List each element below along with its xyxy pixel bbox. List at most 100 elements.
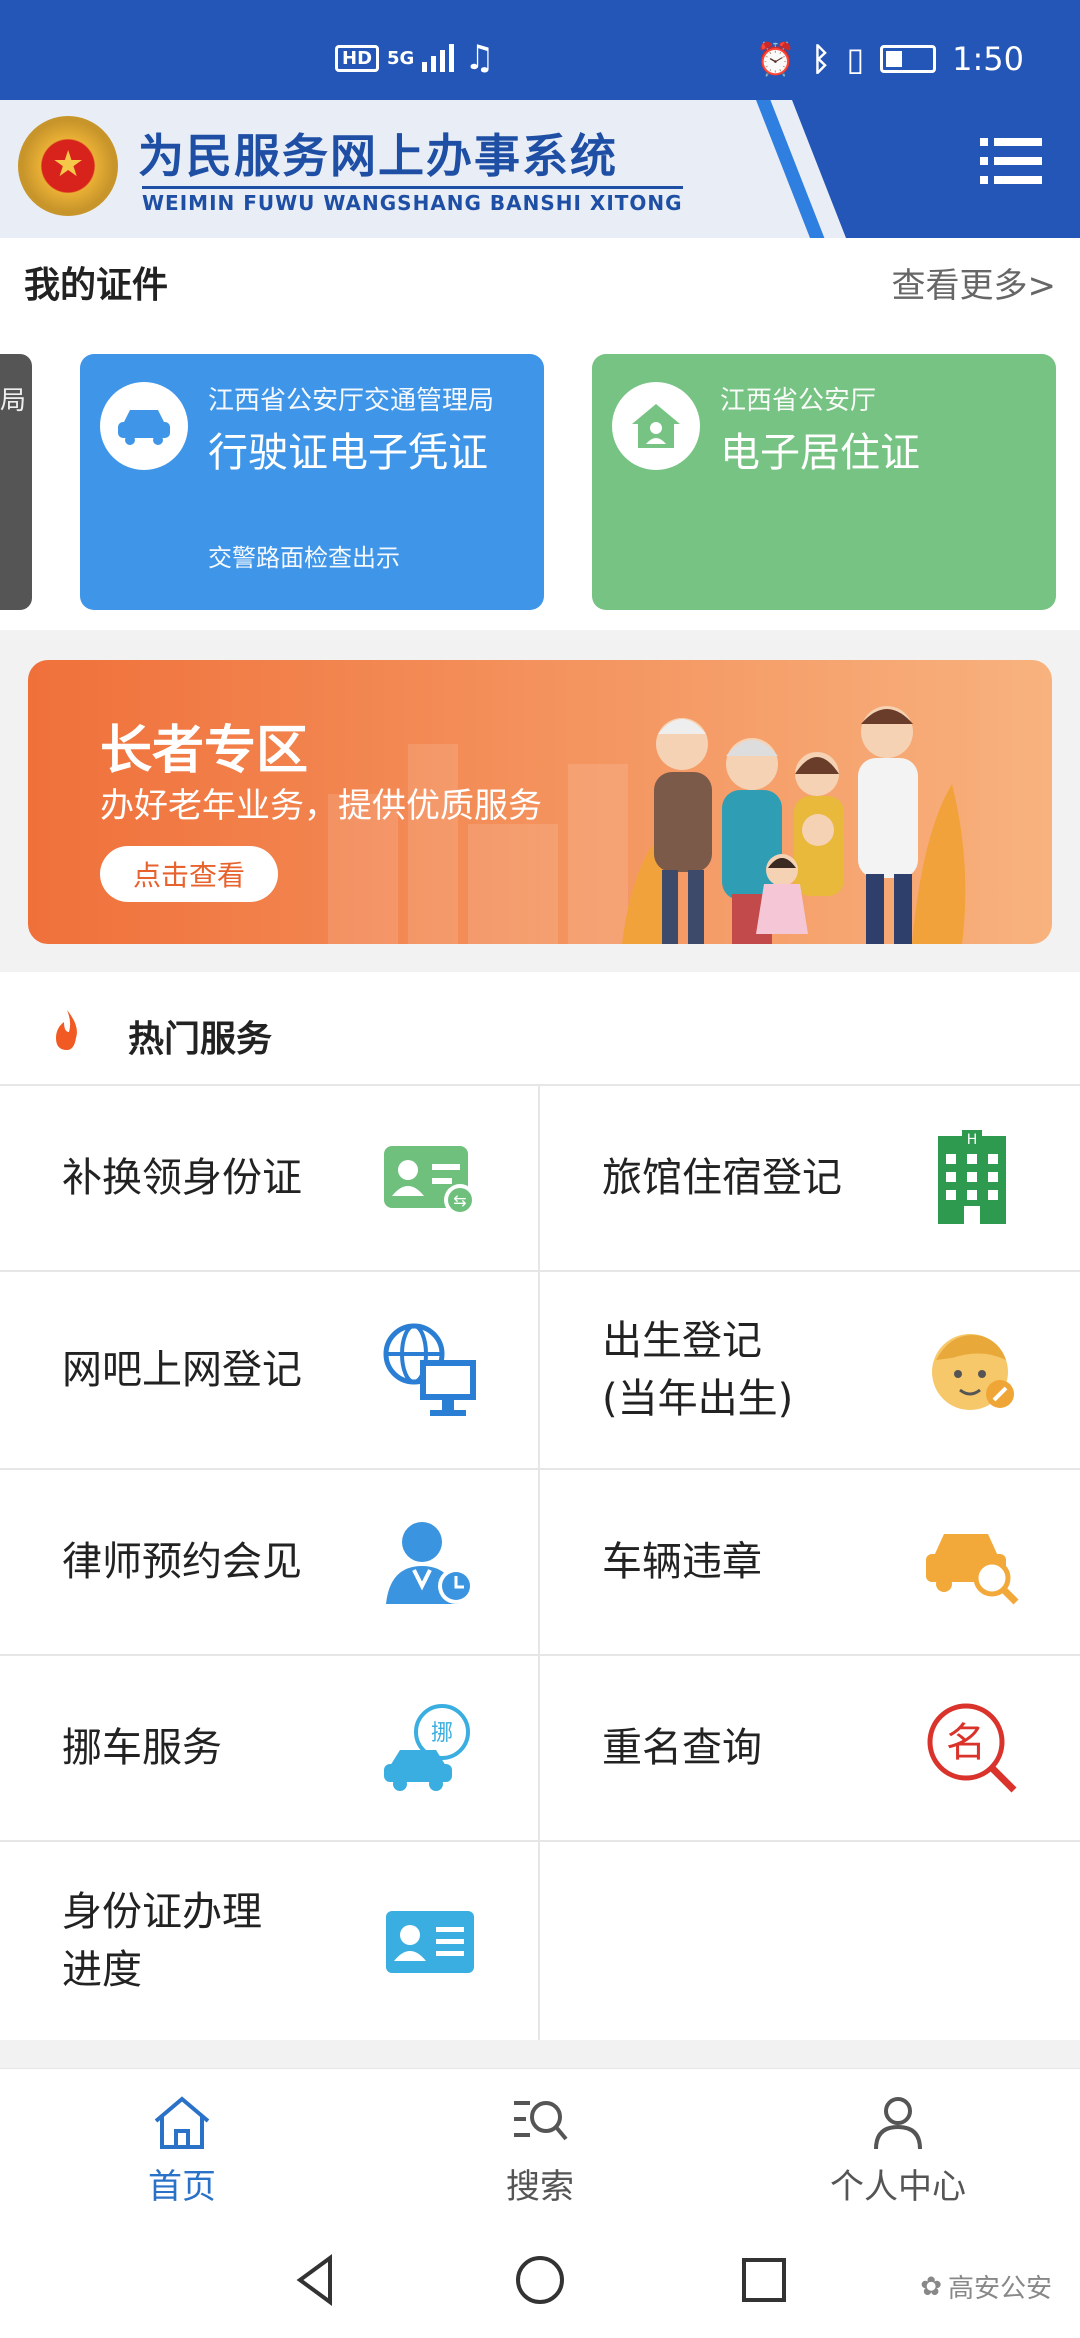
service-label: 旅馆住宿登记 xyxy=(602,1155,842,1201)
card-note: 交警路面检查出示 xyxy=(208,544,400,572)
flame-icon xyxy=(56,1010,77,1050)
service-label: 网吧上网登记 xyxy=(62,1347,302,1393)
car-search-icon xyxy=(926,1534,1019,1605)
elderly-zone-banner[interactable]: 长者专区 办好老年业务，提供优质服务 点击查看 xyxy=(28,660,1052,944)
services-row: 身份证办理 进度 xyxy=(0,1842,1080,2040)
lawyer-appointment-icon xyxy=(386,1522,474,1604)
app-subtitle: WEIMIN FUWU WANGSHANG BANSHI XITONG xyxy=(142,186,683,215)
car-icon xyxy=(100,382,188,470)
service-label-line2: 进度 xyxy=(62,1947,142,1993)
service-vehicle-violation[interactable]: 车辆违章 xyxy=(540,1470,1080,1654)
svg-text:⇆: ⇆ xyxy=(453,1191,466,1210)
service-id-card-progress[interactable]: 身份证办理 进度 xyxy=(0,1842,540,2040)
signal-icon xyxy=(422,44,455,72)
move-car-icon: 挪 xyxy=(384,1704,470,1791)
id-card-icon xyxy=(386,1911,474,1973)
banner-decoration xyxy=(408,744,458,944)
tab-label: 个人中心 xyxy=(830,2167,966,2207)
certificate-card-partial[interactable]: 局 xyxy=(0,354,32,610)
services-row: 网吧上网登记 出生登记 (当年出生) xyxy=(0,1272,1080,1470)
service-birth-registration[interactable]: 出生登记 (当年出生) xyxy=(540,1272,1080,1468)
baby-icon xyxy=(932,1334,1014,1410)
tab-home[interactable]: 首页 xyxy=(82,2093,282,2208)
svg-text:名: 名 xyxy=(946,1720,986,1766)
service-id-card-replace[interactable]: 补换领身份证 ⇆ xyxy=(0,1086,540,1270)
menu-icon[interactable] xyxy=(980,138,1042,194)
house-icon xyxy=(612,382,700,470)
service-internet-cafe[interactable]: 网吧上网登记 xyxy=(0,1272,540,1468)
bluetooth-icon: ᛒ xyxy=(811,40,831,78)
service-lawyer-appointment[interactable]: 律师预约会见 xyxy=(0,1470,540,1654)
hd-badge: HD xyxy=(335,44,380,72)
banner-title: 长者专区 xyxy=(100,721,309,781)
service-label: 身份证办理 进度 xyxy=(62,1883,262,1999)
vibrate-icon: ▯ xyxy=(846,40,865,78)
police-emblem-icon: ★ xyxy=(18,116,118,216)
banner-view-button[interactable]: 点击查看 xyxy=(100,846,278,902)
id-card-replace-icon: ⇆ xyxy=(384,1146,476,1216)
view-more-link[interactable]: 查看更多> xyxy=(892,258,1057,307)
service-label: 补换领身份证 xyxy=(62,1155,302,1201)
battery-icon xyxy=(880,45,937,73)
service-label-line1: 身份证办理 xyxy=(62,1889,262,1935)
services-row: 挪车服务 挪 重名查询 名 xyxy=(0,1656,1080,1842)
hot-services-title: 热门服务 xyxy=(128,1019,273,1060)
watermark-text: 高安公安 xyxy=(947,2274,1052,2304)
system-nav-bar: ✿ 高安公安 xyxy=(0,2228,1080,2338)
hot-services-section: 热门服务 补换领身份证 ⇆ 旅馆住宿登记 H 网吧上网登记 出生登记 (当年出生) xyxy=(0,972,1080,2040)
status-signal: HD 5G ♫ xyxy=(335,38,495,78)
service-move-car[interactable]: 挪车服务 挪 xyxy=(0,1656,540,1840)
music-icon: ♫ xyxy=(464,38,495,78)
wechat-icon: ✿ xyxy=(920,2271,942,2302)
card-org: 江西省公安厅交通管理局 xyxy=(208,386,495,416)
services-row: 补换领身份证 ⇆ 旅馆住宿登记 H xyxy=(0,1086,1080,1272)
card-org: 江西省公安厅 xyxy=(720,386,877,416)
status-bar: HD 5G ♫ ⏰ ᛒ ▯ 1:50 xyxy=(0,0,1080,100)
certificate-card-residence-permit[interactable]: 江西省公安厅 电子居住证 xyxy=(592,354,1056,610)
service-label: 重名查询 xyxy=(602,1725,762,1771)
service-label: 挪车服务 xyxy=(62,1725,222,1771)
card-name: 行驶证电子凭证 xyxy=(208,430,488,476)
hot-services-header: 热门服务 xyxy=(0,972,1080,1084)
banner-subtitle: 办好老年业务，提供优质服务 xyxy=(100,786,542,826)
home-button-icon[interactable] xyxy=(510,2250,570,2310)
service-label-line1: 出生登记 xyxy=(602,1318,762,1364)
banner-decoration xyxy=(468,824,558,944)
services-row: 律师预约会见 车辆违章 xyxy=(0,1470,1080,1656)
back-icon[interactable] xyxy=(286,2250,346,2310)
banner-decoration xyxy=(568,764,628,944)
service-label: 出生登记 (当年出生) xyxy=(602,1312,793,1428)
status-right: ⏰ ᛒ ▯ 1:50 xyxy=(755,40,1024,78)
certificate-card-vehicle-license[interactable]: 江西省公安厅交通管理局 行驶证电子凭证 交警路面检查出示 xyxy=(80,354,544,610)
network-type: 5G xyxy=(387,47,415,69)
status-time: 1:50 xyxy=(952,40,1024,78)
card-peek-text: 局 xyxy=(0,386,27,416)
tab-label: 搜索 xyxy=(506,2167,574,2207)
name-search-icon: 名 xyxy=(927,1703,1017,1793)
card-name: 电子居住证 xyxy=(720,430,920,476)
service-label: 车辆违章 xyxy=(602,1539,762,1585)
tab-search[interactable]: 搜索 xyxy=(440,2093,640,2208)
app-header: ★ 为民服务网上办事系统 WEIMIN FUWU WANGSHANG BANSH… xyxy=(0,100,1080,238)
svg-text:挪: 挪 xyxy=(431,1721,453,1746)
hotel-icon: H xyxy=(938,1130,1006,1224)
bottom-tab-bar: 首页 搜索 个人中心 xyxy=(0,2068,1080,2228)
user-icon xyxy=(874,2097,922,2150)
recents-icon[interactable] xyxy=(734,2250,794,2310)
app-title: 为民服务网上办事系统 xyxy=(138,129,618,183)
service-duplicate-name-search[interactable]: 重名查询 名 xyxy=(540,1656,1080,1840)
alarm-icon: ⏰ xyxy=(755,40,796,78)
my-certificates-section: 我的证件 查看更多> 局 江西省公安厅交通管理局 行驶证电子凭证 交警路面检查出… xyxy=(0,238,1080,630)
svg-text:H: H xyxy=(967,1132,978,1148)
watermark: ✿ 高安公安 xyxy=(920,2268,1052,2305)
service-label: 律师预约会见 xyxy=(62,1539,302,1585)
service-empty-cell xyxy=(540,1842,1080,2040)
search-icon xyxy=(514,2101,568,2141)
services-grid: 补换领身份证 ⇆ 旅馆住宿登记 H 网吧上网登记 出生登记 (当年出生) 律师预约… xyxy=(0,1084,1080,2040)
service-hotel-registration[interactable]: 旅馆住宿登记 H xyxy=(540,1086,1080,1270)
tab-personal-center[interactable]: 个人中心 xyxy=(798,2093,998,2208)
family-illustration xyxy=(622,706,966,944)
service-label-line2: (当年出生) xyxy=(602,1376,794,1422)
certificates-title: 我的证件 xyxy=(24,265,169,306)
internet-cafe-icon xyxy=(383,1323,476,1416)
